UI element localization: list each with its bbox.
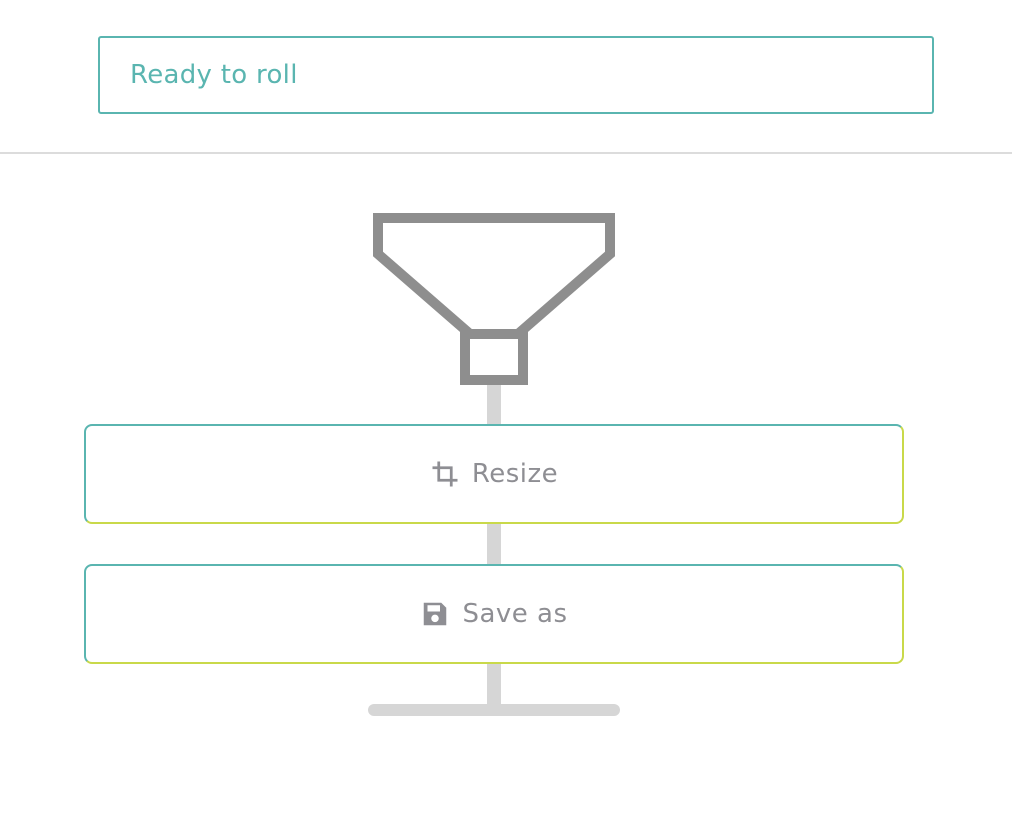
pipeline-end-bar xyxy=(368,704,620,716)
funnel-icon xyxy=(373,213,615,385)
crop-icon xyxy=(432,461,458,487)
status-box: Ready to roll xyxy=(98,36,934,114)
connector-input-to-resize xyxy=(487,384,501,426)
resize-step-content: Resize xyxy=(430,459,558,489)
resize-step-label: Resize xyxy=(471,459,559,489)
divider xyxy=(0,152,1012,154)
resize-step-button[interactable]: Resize xyxy=(84,424,904,524)
save-as-step-content: Save as xyxy=(420,599,567,629)
save-as-step-label: Save as xyxy=(462,599,568,629)
connector-resize-to-save xyxy=(487,522,501,566)
status-text: Ready to roll xyxy=(130,60,298,90)
connector-save-to-end xyxy=(487,662,501,708)
floppy-disk-icon xyxy=(424,602,447,626)
save-as-step-button[interactable]: Save as xyxy=(84,564,904,664)
